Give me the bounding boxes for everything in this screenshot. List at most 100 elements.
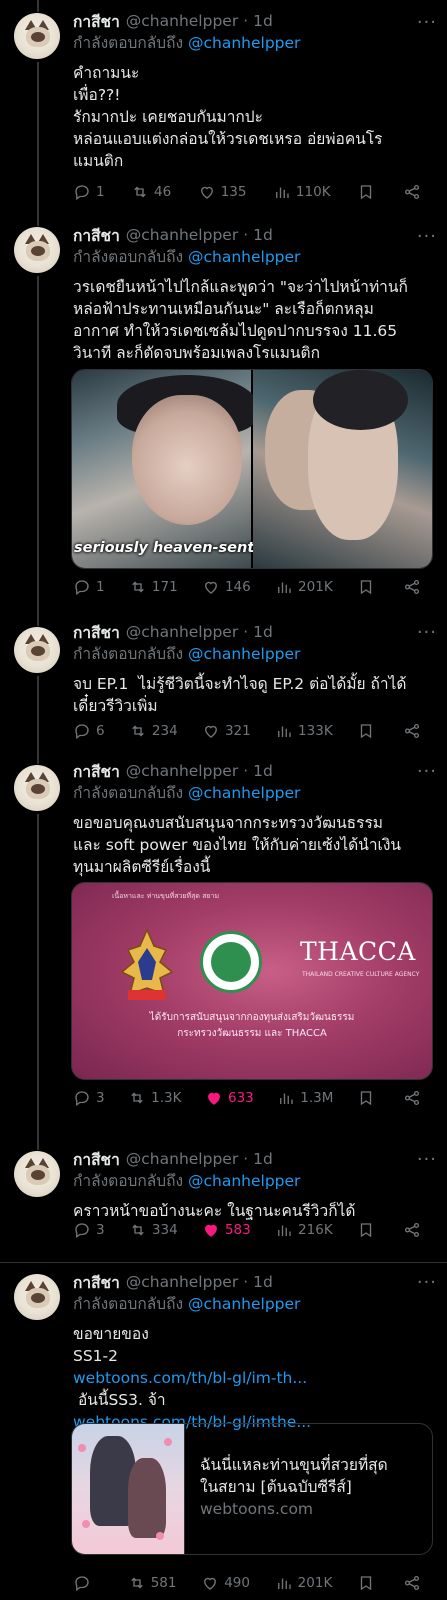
views-button[interactable]: 133K (275, 722, 333, 740)
share-icon (404, 723, 420, 739)
views-button[interactable]: 216K (275, 1221, 333, 1239)
retweet-button[interactable]: 171 (129, 578, 178, 596)
more-options-icon[interactable]: ··· (417, 226, 437, 247)
thread-line (37, 62, 39, 218)
retweet-icon (132, 1224, 144, 1236)
timestamp[interactable]: 1d (253, 226, 273, 244)
share-button[interactable] (403, 722, 433, 740)
more-options-icon[interactable]: ··· (417, 1272, 437, 1293)
mention-link[interactable]: @chanhelpper (188, 1172, 300, 1190)
link-card[interactable]: ฉันนี่แหละท่านขุนที่สวยที่สุด ในสยาม [ต้… (71, 1423, 433, 1555)
author-name[interactable]: กาสีชา (73, 1147, 120, 1172)
author-name[interactable]: กาสีชา (73, 9, 120, 34)
views-button[interactable]: 1.3M (277, 1089, 333, 1107)
fund-emblem-icon (200, 931, 262, 993)
views-button[interactable]: 110K (273, 183, 331, 201)
retweet-button[interactable]: 334 (129, 1221, 178, 1239)
bookmark-button[interactable] (357, 183, 387, 201)
reply-button[interactable]: 1 (73, 183, 105, 201)
more-options-icon[interactable]: ··· (417, 622, 437, 643)
like-button[interactable]: 321 (202, 722, 251, 740)
avatar[interactable] (14, 1274, 60, 1320)
author-name[interactable]: กาสีชา (73, 620, 120, 645)
tweet-3[interactable]: กาสีชา @chanhelpper · 1d กำลังตอบกลับถึง… (0, 608, 447, 748)
like-button[interactable]: 633 (205, 1089, 254, 1107)
bookmark-button[interactable] (357, 722, 387, 740)
avatar[interactable] (14, 627, 60, 673)
share-button[interactable] (403, 1574, 433, 1592)
like-button[interactable]: 490 (201, 1574, 250, 1592)
avatar[interactable] (14, 13, 60, 59)
mention-link[interactable]: @chanhelpper (188, 784, 300, 802)
author-handle[interactable]: @chanhelpper (126, 1273, 238, 1291)
tweet-actions: 1 46 135 110K (73, 180, 433, 204)
mention-link[interactable]: @chanhelpper (188, 34, 300, 52)
bookmark-button[interactable] (357, 1089, 387, 1107)
bookmark-button[interactable] (357, 578, 387, 596)
thread-line (37, 1138, 39, 1150)
thacca-logo-subtitle: THAILAND CREATIVE CULTURE AGENCY (302, 971, 420, 978)
webtoons-link[interactable]: webtoons.com/th/bl-gl/im-th... (73, 1367, 435, 1389)
author-name[interactable]: กาสีชา (73, 759, 120, 784)
timestamp[interactable]: 1d (253, 1273, 273, 1291)
heart-icon (204, 1577, 217, 1590)
bookmark-button[interactable] (357, 1574, 387, 1592)
mention-link[interactable]: @chanhelpper (188, 1295, 300, 1313)
reply-button[interactable]: 3 (73, 1221, 105, 1239)
bookmark-button[interactable] (357, 1221, 387, 1239)
retweet-button[interactable]: 234 (129, 722, 178, 740)
tweet-text: วรเดชยืนหน้าไปไกล้และพูดว่า "จะว่าไปหน้า… (73, 278, 408, 362)
reply-button[interactable]: 3 (73, 1089, 105, 1107)
share-button[interactable] (403, 578, 433, 596)
tweet-6[interactable]: กาสีชา @chanhelpper · 1d กำลังตอบกลับถึง… (0, 1263, 447, 1600)
timestamp[interactable]: 1d (253, 623, 273, 641)
views-button[interactable]: 201K (275, 578, 333, 596)
tweet-2[interactable]: กาสีชา @chanhelpper · 1d กำลังตอบกลับถึง… (0, 218, 447, 608)
avatar[interactable] (14, 227, 60, 273)
views-button[interactable]: 201K (275, 1574, 332, 1592)
reply-button[interactable]: 6 (73, 722, 105, 740)
mention-link[interactable]: @chanhelpper (188, 645, 300, 663)
share-button[interactable] (403, 183, 433, 201)
heart-icon (200, 186, 213, 199)
thread-line (37, 0, 39, 12)
author-handle[interactable]: @chanhelpper (126, 623, 238, 641)
author-handle[interactable]: @chanhelpper (126, 1150, 238, 1168)
reply-icon (75, 1091, 89, 1107)
author-handle[interactable]: @chanhelpper (126, 226, 238, 244)
author-handle[interactable]: @chanhelpper (126, 762, 238, 780)
author-name[interactable]: กาสีชา (73, 223, 120, 248)
more-options-icon[interactable]: ··· (417, 761, 437, 782)
replying-to: กำลังตอบกลับถึง @chanhelpper (73, 248, 301, 266)
like-button[interactable]: 135 (198, 183, 246, 201)
share-button[interactable] (403, 1089, 433, 1107)
tweet-4[interactable]: กาสีชา @chanhelpper · 1d กำลังตอบกลับถึง… (0, 748, 447, 1138)
more-options-icon[interactable]: ··· (417, 12, 437, 33)
media-image[interactable]: seriously heaven-sent. (72, 370, 260, 568)
timestamp[interactable]: 1d (253, 762, 273, 780)
tweet-5[interactable]: กาสีชา @chanhelpper · 1d กำลังตอบกลับถึง… (0, 1138, 447, 1262)
like-button[interactable]: 583 (202, 1221, 251, 1239)
tweet-media[interactable]: เนื้อหาและ ท่านขุนที่สวยที่สุด สยาม THAC… (71, 882, 433, 1080)
reply-button[interactable] (73, 1574, 103, 1592)
media-image[interactable] (253, 370, 432, 568)
author-handle[interactable]: @chanhelpper (126, 12, 238, 30)
tweet-1[interactable]: กาสีชา @chanhelpper · 1d กำลังตอบกลับถึง… (0, 0, 447, 218)
tweet-media[interactable]: seriously heaven-sent. (71, 369, 433, 569)
link-card-image[interactable] (72, 1424, 185, 1554)
bookmark-icon (360, 1576, 372, 1591)
timestamp[interactable]: 1d (253, 1150, 273, 1168)
retweet-button[interactable]: 1.3K (128, 1089, 181, 1107)
timestamp[interactable]: 1d (253, 12, 273, 30)
share-button[interactable] (403, 1221, 433, 1239)
more-options-icon[interactable]: ··· (417, 1149, 437, 1170)
author-name[interactable]: กาสีชา (73, 1270, 120, 1295)
retweet-button[interactable]: 46 (131, 183, 171, 201)
avatar[interactable] (14, 1151, 60, 1197)
reply-button[interactable]: 1 (73, 578, 105, 596)
like-button[interactable]: 146 (202, 578, 251, 596)
media-text-line: ได้รับการสนับสนุนจากกองทุนส่งเสริมวัฒนธร… (149, 1012, 355, 1023)
mention-link[interactable]: @chanhelpper (188, 248, 300, 266)
avatar[interactable] (14, 765, 60, 811)
retweet-button[interactable]: 581 (128, 1574, 176, 1592)
